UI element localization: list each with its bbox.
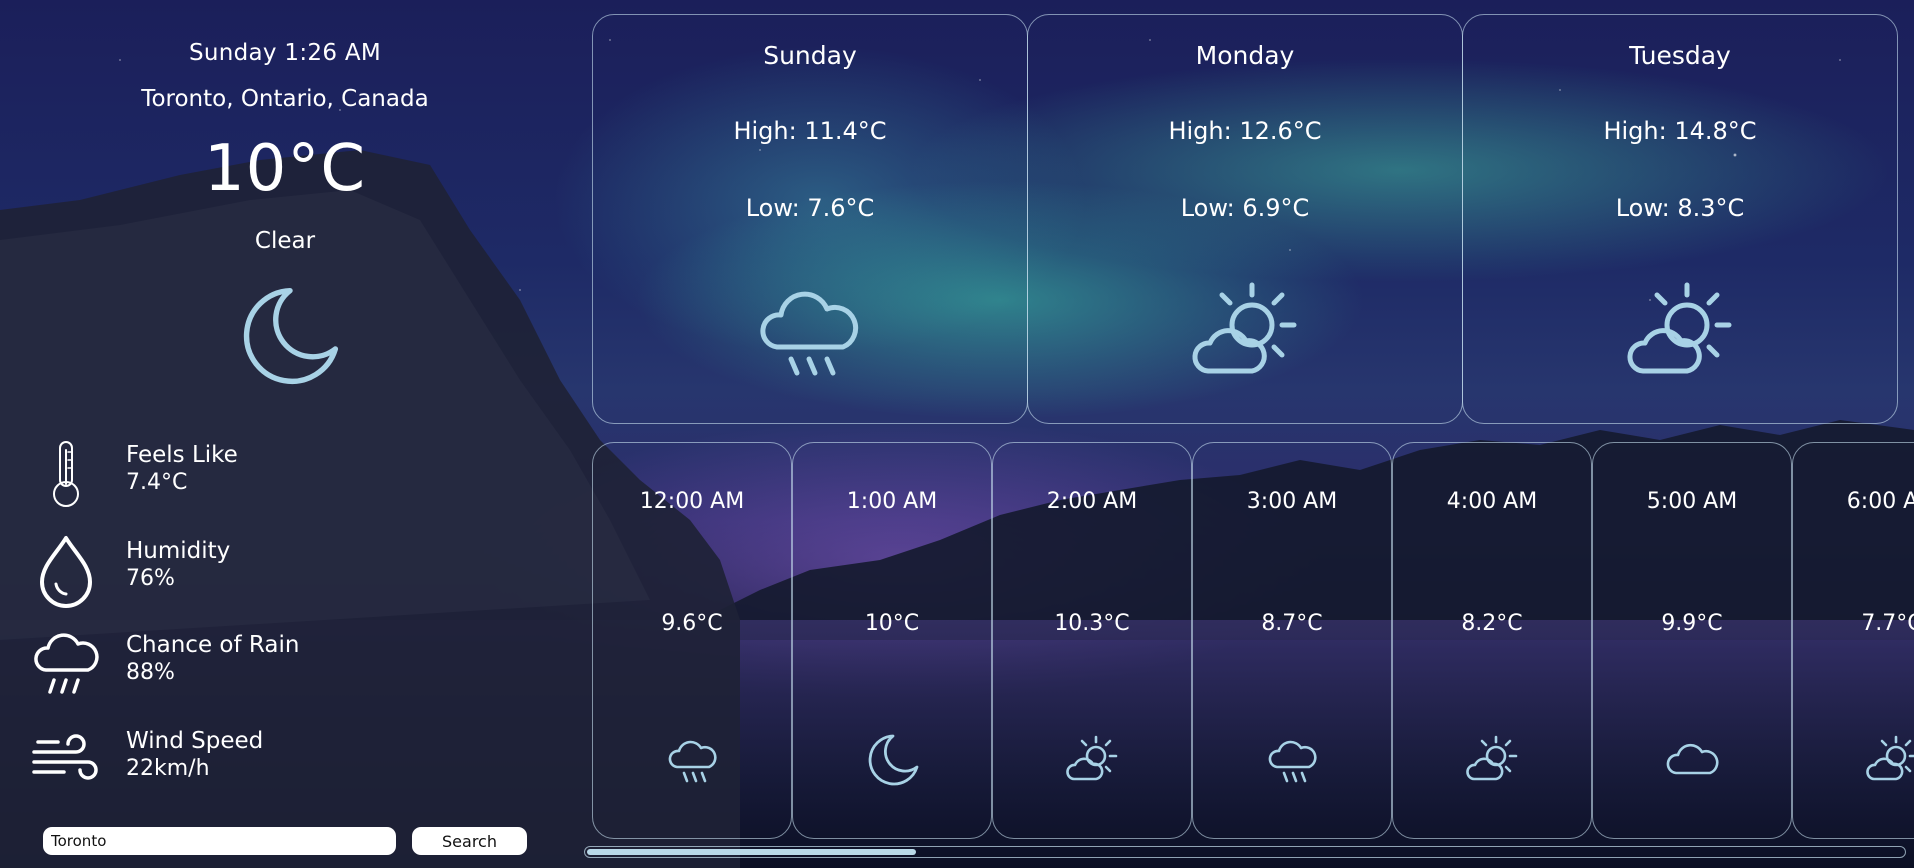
day-card-sunday: Sunday High: 11.4°C Low: 7.6°C bbox=[592, 14, 1028, 424]
cloud-icon bbox=[1664, 731, 1722, 789]
day-card-tuesday: Tuesday High: 14.8°C Low: 8.3°C bbox=[1462, 14, 1898, 424]
stat-value: 88% bbox=[126, 660, 175, 685]
moon-icon bbox=[236, 282, 344, 390]
hour-temp: 8.7°C bbox=[1261, 611, 1323, 636]
stat-wind-speed: Wind Speed 22km/h bbox=[28, 722, 548, 802]
hour-temp: 10.3°C bbox=[1054, 611, 1130, 636]
day-low: Low: 8.3°C bbox=[1615, 194, 1745, 222]
search-input[interactable] bbox=[43, 827, 396, 855]
hour-card: 12:00 AM 9.6°C bbox=[592, 442, 792, 839]
daily-forecast: Sunday High: 11.4°C Low: 7.6°C Monday Hi… bbox=[592, 14, 1898, 424]
rain-cloud-icon bbox=[664, 731, 722, 789]
stat-value: 22km/h bbox=[126, 756, 210, 781]
stat-value: 7.4°C bbox=[126, 470, 188, 495]
hour-time: 5:00 AM bbox=[1646, 489, 1738, 514]
hour-time: 6:00 AM bbox=[1846, 489, 1914, 514]
day-low: Low: 6.9°C bbox=[1180, 194, 1310, 222]
hour-time: 2:00 AM bbox=[1046, 489, 1138, 514]
stat-humidity: Humidity 76% bbox=[28, 532, 548, 612]
search-button[interactable]: Search bbox=[412, 827, 527, 855]
day-card-monday: Monday High: 12.6°C Low: 6.9°C bbox=[1027, 14, 1463, 424]
partly-sunny-icon bbox=[1864, 731, 1914, 789]
hourly-scrollbar[interactable] bbox=[584, 846, 1906, 858]
current-location: Toronto, Ontario, Canada bbox=[141, 86, 429, 112]
current-weather-panel: Sunday 1:26 AM Toronto, Ontario, Canada … bbox=[0, 0, 570, 868]
hourly-forecast[interactable]: 12:00 AM 9.6°C 1:00 AM 10°C 2:00 AM 10.3… bbox=[592, 442, 1914, 840]
hour-temp: 7.7°C bbox=[1861, 611, 1914, 636]
current-condition: Clear bbox=[254, 228, 316, 254]
rain-cloud-icon bbox=[751, 273, 871, 393]
rain-cloud-icon bbox=[1264, 731, 1322, 789]
rain-cloud-icon bbox=[28, 626, 104, 702]
hour-temp: 9.9°C bbox=[1661, 611, 1723, 636]
hour-time: 12:00 AM bbox=[639, 489, 745, 514]
current-temperature: 10°C bbox=[203, 132, 367, 206]
moon-icon bbox=[864, 731, 922, 789]
hour-temp: 8.2°C bbox=[1461, 611, 1523, 636]
hour-temp: 9.6°C bbox=[661, 611, 723, 636]
hour-card: 2:00 AM 10.3°C bbox=[992, 442, 1192, 839]
partly-sunny-icon bbox=[1621, 273, 1741, 393]
day-low: Low: 7.6°C bbox=[745, 194, 875, 222]
partly-sunny-icon bbox=[1186, 273, 1306, 393]
hour-time: 4:00 AM bbox=[1446, 489, 1538, 514]
stat-label: Humidity bbox=[126, 538, 231, 564]
stat-value: 76% bbox=[126, 566, 175, 591]
hour-time: 3:00 AM bbox=[1246, 489, 1338, 514]
partly-sunny-icon bbox=[1064, 731, 1122, 789]
day-high: High: 12.6°C bbox=[1168, 117, 1322, 145]
hour-temp: 10°C bbox=[864, 611, 920, 636]
current-datetime: Sunday 1:26 AM bbox=[188, 40, 382, 66]
day-high: High: 14.8°C bbox=[1603, 117, 1757, 145]
hour-card: 3:00 AM 8.7°C bbox=[1192, 442, 1392, 839]
wind-icon bbox=[28, 722, 104, 798]
stat-label: Feels Like bbox=[126, 442, 238, 468]
hour-card: 6:00 AM 7.7°C bbox=[1792, 442, 1914, 839]
partly-sunny-icon bbox=[1464, 731, 1522, 789]
day-name: Sunday bbox=[763, 41, 857, 70]
day-name: Tuesday bbox=[1629, 41, 1731, 70]
water-drop-icon bbox=[28, 532, 104, 608]
stat-label: Wind Speed bbox=[126, 728, 264, 754]
hourly-scrollbar-thumb[interactable] bbox=[587, 849, 916, 855]
hour-time: 1:00 AM bbox=[846, 489, 938, 514]
stat-chance-of-rain: Chance of Rain 88% bbox=[28, 626, 548, 706]
stat-label: Chance of Rain bbox=[126, 632, 300, 658]
hour-card: 4:00 AM 8.2°C bbox=[1392, 442, 1592, 839]
hour-card: 5:00 AM 9.9°C bbox=[1592, 442, 1792, 839]
thermometer-icon bbox=[28, 436, 104, 512]
day-high: High: 11.4°C bbox=[733, 117, 887, 145]
stat-feels-like: Feels Like 7.4°C bbox=[28, 436, 548, 516]
hour-card: 1:00 AM 10°C bbox=[792, 442, 992, 839]
day-name: Monday bbox=[1195, 41, 1295, 70]
